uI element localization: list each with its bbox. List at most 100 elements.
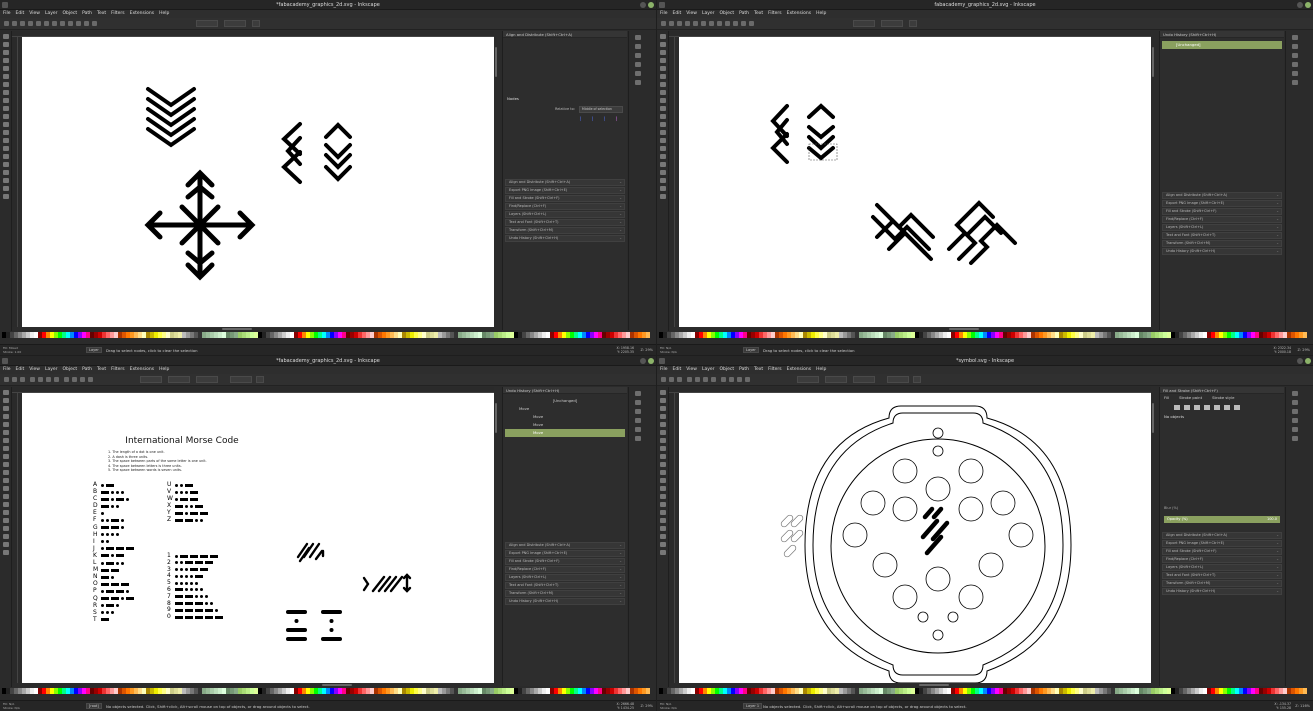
- lower-icon[interactable]: [737, 377, 742, 382]
- gradient-tool-icon[interactable]: [659, 526, 666, 531]
- snap-bbox-icon[interactable]: [1291, 400, 1298, 405]
- menu-extensions[interactable]: Extensions: [130, 366, 154, 374]
- dialog-align[interactable]: Align and Distribute (Shift+Ctrl+A) ⌄: [505, 542, 625, 549]
- flip-horizontal-icon[interactable]: [703, 377, 708, 382]
- maximize-button[interactable]: [1297, 2, 1303, 8]
- dialog-export[interactable]: Export PNG Image (Shift+Ctrl+E) ⌄: [1162, 540, 1282, 547]
- spiral-tool-icon[interactable]: [2, 462, 9, 467]
- tab-stroke-paint[interactable]: Stroke paint: [1179, 395, 1202, 400]
- color-palette[interactable]: [657, 331, 1313, 339]
- width-field[interactable]: [196, 376, 218, 383]
- gradient-tool-icon[interactable]: [659, 170, 666, 175]
- mesh-tool-icon[interactable]: [659, 178, 666, 183]
- snap-bbox-icon[interactable]: [634, 44, 641, 49]
- pencil-tool-icon[interactable]: [2, 470, 9, 475]
- rectangle-tool-icon[interactable]: [2, 430, 9, 435]
- dialog-transform[interactable]: Transform (Shift+Ctrl+M) ⌄: [505, 227, 625, 234]
- drawing-canvas[interactable]: [679, 393, 1151, 684]
- maximize-button[interactable]: [640, 358, 646, 364]
- menu-text[interactable]: Text: [97, 10, 106, 18]
- y-field[interactable]: [825, 376, 847, 383]
- x-field[interactable]: [196, 20, 218, 27]
- raise-to-top-icon[interactable]: [721, 377, 726, 382]
- dock-header[interactable]: Fill and Stroke (Shift+Ctrl+F): [1160, 387, 1284, 394]
- star-tool-icon[interactable]: [2, 98, 9, 103]
- unset-paint-icon[interactable]: [1234, 405, 1240, 410]
- node-tool-option-icon[interactable]: [717, 21, 722, 26]
- x-field[interactable]: [797, 376, 819, 383]
- snap-center-icon[interactable]: [1291, 71, 1298, 76]
- color-swatch[interactable]: [1303, 332, 1307, 338]
- text-tool-icon[interactable]: [659, 138, 666, 143]
- history-item-unchanged[interactable]: [Unchanged]: [1162, 41, 1282, 49]
- snap-paths-icon[interactable]: [634, 62, 641, 67]
- spiral-tool-icon[interactable]: [659, 106, 666, 111]
- vertical-scrollbar[interactable]: [1151, 393, 1155, 683]
- dialog-layers[interactable]: Layers (Shift+Ctrl+L) ⌄: [505, 211, 625, 218]
- node-tool-icon[interactable]: [659, 398, 666, 403]
- zoom-field[interactable]: Z: 29%: [641, 704, 653, 708]
- node-tool-icon[interactable]: [2, 42, 9, 47]
- menu-edit[interactable]: Edit: [673, 10, 682, 18]
- gradient-tool-icon[interactable]: [2, 170, 9, 175]
- menu-layer[interactable]: Layer: [702, 10, 715, 18]
- measure-tool-icon[interactable]: [659, 422, 666, 427]
- maximize-button[interactable]: [640, 2, 646, 8]
- snap-nodes-icon[interactable]: [1291, 53, 1298, 58]
- fill-stroke-indicator[interactable]: Fill: N/A Stroke: N/A: [3, 702, 20, 710]
- node-tool-option-icon[interactable]: [28, 21, 33, 26]
- zoom-tool-icon[interactable]: [659, 58, 666, 63]
- snap-center-icon[interactable]: [634, 71, 641, 76]
- snap-center-icon[interactable]: [1291, 427, 1298, 432]
- mesh-tool-icon[interactable]: [2, 534, 9, 539]
- 3d-box-tool-icon[interactable]: [2, 82, 9, 87]
- node-tool-option-icon[interactable]: [669, 21, 674, 26]
- dock-header[interactable]: Align and Distribute (Shift+Ctrl+A): [503, 31, 627, 38]
- 3d-box-tool-icon[interactable]: [659, 438, 666, 443]
- node-tool-option-icon[interactable]: [685, 21, 690, 26]
- dialog-align[interactable]: Align and Distribute (Shift+Ctrl+A) ⌄: [1162, 532, 1282, 539]
- layer-select[interactable]: Layer: [743, 347, 759, 353]
- selector-tool-icon[interactable]: [659, 34, 666, 39]
- pencil-tool-icon[interactable]: [659, 470, 666, 475]
- unit-select[interactable]: [256, 376, 264, 383]
- y-field[interactable]: [224, 20, 246, 27]
- raise-icon[interactable]: [72, 377, 77, 382]
- dropper-tool-icon[interactable]: [2, 186, 9, 191]
- menu-edit[interactable]: Edit: [673, 366, 682, 374]
- dialog-align[interactable]: Align and Distribute (Shift+Ctrl+A) ⌄: [505, 179, 625, 186]
- node-tool-option-icon[interactable]: [60, 21, 65, 26]
- menu-extensions[interactable]: Extensions: [787, 366, 811, 374]
- menu-help[interactable]: Help: [816, 10, 826, 18]
- dialog-find[interactable]: Find/Replace (Ctrl+F) ⌄: [1162, 216, 1282, 223]
- rotate-cw-icon[interactable]: [38, 377, 43, 382]
- ellipse-tool-icon[interactable]: [2, 90, 9, 95]
- dialog-layers[interactable]: Layers (Shift+Ctrl+L) ⌄: [1162, 564, 1282, 571]
- dialog-transform[interactable]: Transform (Shift+Ctrl+M) ⌄: [1162, 580, 1282, 587]
- star-tool-icon[interactable]: [2, 454, 9, 459]
- connector-tool-icon[interactable]: [2, 194, 9, 199]
- menu-layer[interactable]: Layer: [45, 366, 58, 374]
- dropper-tool-icon[interactable]: [2, 542, 9, 547]
- distribute-nodes-horizontal-icon[interactable]: ⌇: [603, 116, 610, 123]
- selector-tool-icon[interactable]: [2, 34, 9, 39]
- ellipse-tool-icon[interactable]: [659, 446, 666, 451]
- pattern-icon[interactable]: [1214, 405, 1220, 410]
- node-tool-option-icon[interactable]: [677, 21, 682, 26]
- menu-view[interactable]: View: [686, 366, 697, 374]
- node-tool-option-icon[interactable]: [733, 21, 738, 26]
- tab-stroke-style[interactable]: Stroke style: [1212, 395, 1234, 400]
- node-tool-option-icon[interactable]: [661, 21, 666, 26]
- y-field[interactable]: [168, 376, 190, 383]
- measure-tool-icon[interactable]: [659, 66, 666, 71]
- history-item-move[interactable]: Move: [505, 413, 625, 421]
- menu-text[interactable]: Text: [754, 10, 763, 18]
- no-paint-icon[interactable]: [1174, 405, 1180, 410]
- calligraphy-tool-icon[interactable]: [2, 486, 9, 491]
- bucket-tool-icon[interactable]: [659, 162, 666, 167]
- opacity-slider[interactable]: Opacity (%) 100.0: [1164, 516, 1280, 523]
- dialog-export[interactable]: Export PNG Image (Shift+Ctrl+E) ⌄: [1162, 200, 1282, 207]
- node-tool-option-icon[interactable]: [749, 21, 754, 26]
- zoom-field[interactable]: Z: 29%: [641, 348, 653, 352]
- history-item-move[interactable]: Move: [505, 405, 625, 413]
